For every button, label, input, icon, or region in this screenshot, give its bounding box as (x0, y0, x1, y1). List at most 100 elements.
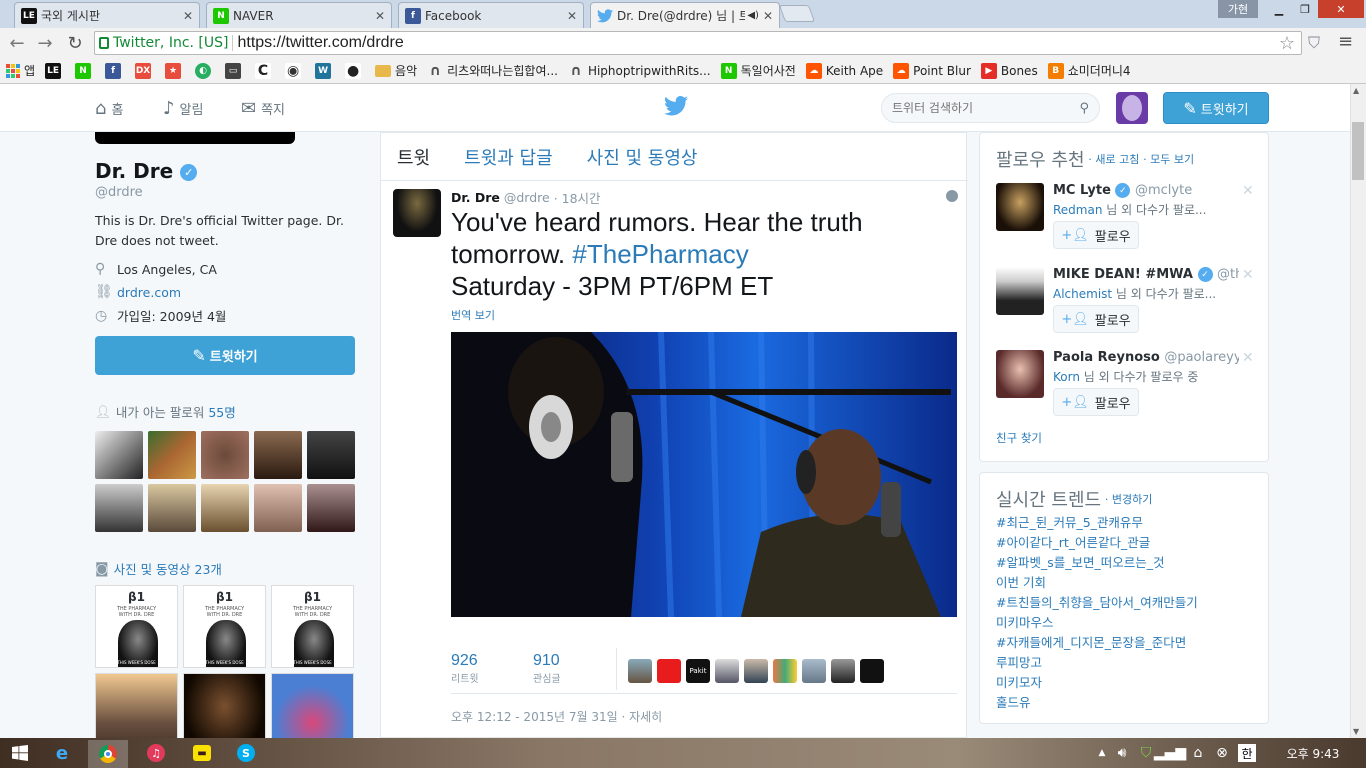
media-heading[interactable]: ◙ 사진 및 동영상 23개 (95, 559, 222, 578)
internet-explorer-icon[interactable]: e (50, 741, 74, 765)
bookmark-dot[interactable]: ● (345, 62, 365, 79)
bookmark-rits-1[interactable]: ∩ 리츠와떠나는힙합여... (427, 62, 558, 79)
tab-close-icon[interactable]: ✕ (183, 9, 193, 23)
dismiss-icon[interactable]: ✕ (1242, 183, 1254, 199)
tweet-to-button[interactable]: ✎ 트윗하기 (95, 336, 355, 375)
nav-home[interactable]: ⌂ 홈 (95, 98, 123, 119)
tab-photos-videos[interactable]: 사진 및 동영상 (587, 144, 698, 170)
follower-avatar[interactable] (307, 484, 355, 532)
profile-name[interactable]: Dr. Dre (95, 159, 173, 183)
suggestion-handle[interactable]: @th... (1217, 267, 1239, 282)
suggestion-avatar[interactable] (996, 183, 1044, 231)
favoriter-avatar[interactable] (802, 659, 826, 683)
follower-avatar[interactable] (148, 431, 196, 479)
change-trends-link[interactable]: · 변경하기 (1105, 491, 1152, 507)
mutual-link[interactable]: Korn (1053, 370, 1080, 384)
tweet-author-name[interactable]: Dr. Dre (451, 190, 500, 205)
compose-tweet-button[interactable]: ✎ 트윗하기 (1163, 92, 1269, 124)
refresh-link[interactable]: · 새로 고침 (1088, 151, 1139, 167)
retweet-stat[interactable]: 926 리트윗 (451, 652, 479, 685)
favoriter-avatar[interactable] (831, 659, 855, 683)
follow-button[interactable]: +👤︎ 팔로우 (1053, 388, 1139, 416)
follow-button[interactable]: +👤︎ 팔로우 (1053, 305, 1139, 333)
media-thumbnail[interactable]: β1 THE PHARMACY WITH DR. DRE THIS WEEK'S… (183, 585, 266, 668)
clock[interactable]: 오후 9:43 (1278, 741, 1348, 765)
follower-avatar[interactable] (95, 431, 143, 479)
favoriter-avatar[interactable] (744, 659, 768, 683)
url-text[interactable]: https://twitter.com/drdre (237, 34, 403, 52)
search-icon[interactable]: ⚲ (1079, 101, 1089, 116)
trend-item[interactable]: #트친들의_취향을_담아서_여캐만들기 (996, 593, 1198, 613)
favoriter-avatar[interactable] (860, 659, 884, 683)
scroll-down-icon[interactable]: ▼ (1353, 727, 1359, 736)
tweet-author-handle[interactable]: @drdre (504, 190, 550, 205)
tab-facebook[interactable]: f Facebook ✕ (398, 2, 584, 28)
trend-item[interactable]: 루피망고 (996, 653, 1198, 673)
bookmark-keith-ape[interactable]: ☁ Keith Ape (805, 62, 883, 79)
hashtag-link[interactable]: #ThePharmacy (572, 239, 748, 269)
ime-indicator[interactable]: 한 (1238, 744, 1256, 762)
nav-messages[interactable]: ✉ 쪽지 (241, 98, 285, 119)
tweet-time[interactable]: · 18시간 (554, 188, 601, 207)
maximize-icon[interactable]: ❐ (1292, 0, 1318, 18)
favoriter-avatar[interactable] (773, 659, 797, 683)
tab-close-icon[interactable]: ✕ (375, 9, 385, 23)
page-scrollbar[interactable] (1350, 84, 1366, 738)
suggestion-avatar[interactable] (996, 350, 1044, 398)
tab-close-icon[interactable]: ✕ (567, 9, 577, 23)
bookmark-point-blur[interactable]: ☁ Point Blur (893, 62, 971, 79)
mutual-link[interactable]: Redman (1053, 203, 1102, 217)
favoriter-avatar[interactable] (657, 659, 681, 683)
tab-naver[interactable]: N NAVER ✕ (206, 2, 392, 28)
mutual-link[interactable]: Alchemist (1053, 287, 1112, 301)
tweet-photo[interactable] (451, 332, 957, 617)
close-window-icon[interactable]: ✕ (1318, 0, 1364, 18)
follower-avatar[interactable] (95, 484, 143, 532)
tab-tweets[interactable]: 트윗 (397, 144, 430, 170)
search-input[interactable] (892, 101, 1080, 115)
trend-item[interactable]: 미키모자 (996, 673, 1198, 693)
bookmark-wordpress[interactable]: W (315, 62, 335, 79)
tab-foreign-board[interactable]: LE 국외 게시판 ✕ (14, 2, 200, 28)
suggestion-avatar[interactable] (996, 267, 1044, 315)
tweet-timestamp[interactable]: 오후 12:12 - 2015년 7월 31일 · 자세히 (451, 708, 662, 725)
minimize-icon[interactable]: ▁ (1266, 0, 1292, 18)
suggestion-handle[interactable]: @mclyte (1135, 183, 1192, 198)
reload-icon[interactable]: ↻ (64, 33, 86, 54)
bookmark-circle[interactable]: ◉ (285, 62, 305, 79)
bookmark-film[interactable]: ▭ (225, 62, 245, 79)
usb-icon[interactable]: ⌂ (1186, 741, 1210, 765)
trend-item[interactable]: #자캐들에게_디지몬_문장을_준다면 (996, 633, 1198, 653)
menu-icon[interactable]: ≡ (1338, 31, 1358, 53)
favoriter-avatar[interactable] (628, 659, 652, 683)
new-tab-button[interactable] (778, 5, 816, 22)
bookmark-facebook[interactable]: f (105, 62, 125, 79)
forward-icon[interactable]: → (34, 33, 56, 54)
chrome-taskbar-button[interactable] (88, 740, 128, 768)
trend-item[interactable]: 홀드유 (996, 693, 1198, 713)
volume-icon[interactable]: 🔊︎ (1110, 741, 1134, 765)
back-icon[interactable]: ← (6, 33, 28, 54)
suggestion-handle[interactable]: @paolareyy (1164, 350, 1239, 365)
follower-avatar[interactable] (254, 484, 302, 532)
tab-close-icon[interactable]: ✕ (763, 9, 773, 23)
bookmark-dx[interactable]: DX (135, 62, 155, 79)
tweet-author-avatar[interactable] (393, 189, 441, 237)
favoriter-avatar[interactable] (715, 659, 739, 683)
media-thumbnail[interactable]: β1 THE PHARMACY WITH DR. DRE THIS WEEK'S… (95, 585, 178, 668)
follow-button[interactable]: +👤︎ 팔로우 (1053, 221, 1139, 249)
shield-extension-icon[interactable]: ⛉ (1308, 33, 1328, 53)
bookmark-bones[interactable]: ▶ Bones (980, 62, 1038, 79)
dismiss-icon[interactable]: ✕ (1242, 350, 1254, 366)
find-friends-link[interactable]: 친구 찾기 (996, 430, 1042, 446)
ev-certificate-badge[interactable]: Twitter, Inc. [US] (99, 35, 234, 51)
suggestion-name[interactable]: MC Lyte (1053, 183, 1111, 198)
bookmark-smtm4[interactable]: B 쇼미더머니4 (1047, 62, 1131, 79)
view-all-link[interactable]: · 모두 보기 (1143, 151, 1194, 167)
suggestion-name[interactable]: MIKE DEAN! #MWA (1053, 267, 1193, 282)
twitter-bird-logo-icon[interactable] (664, 95, 688, 119)
bookmark-le[interactable]: LE (45, 62, 65, 79)
scrollbar-thumb[interactable] (1352, 122, 1364, 180)
browser-profile-button[interactable]: 가현 (1218, 0, 1258, 18)
trend-item[interactable]: #최근_뒨_커뮤_5_관캐유무 (996, 513, 1198, 533)
